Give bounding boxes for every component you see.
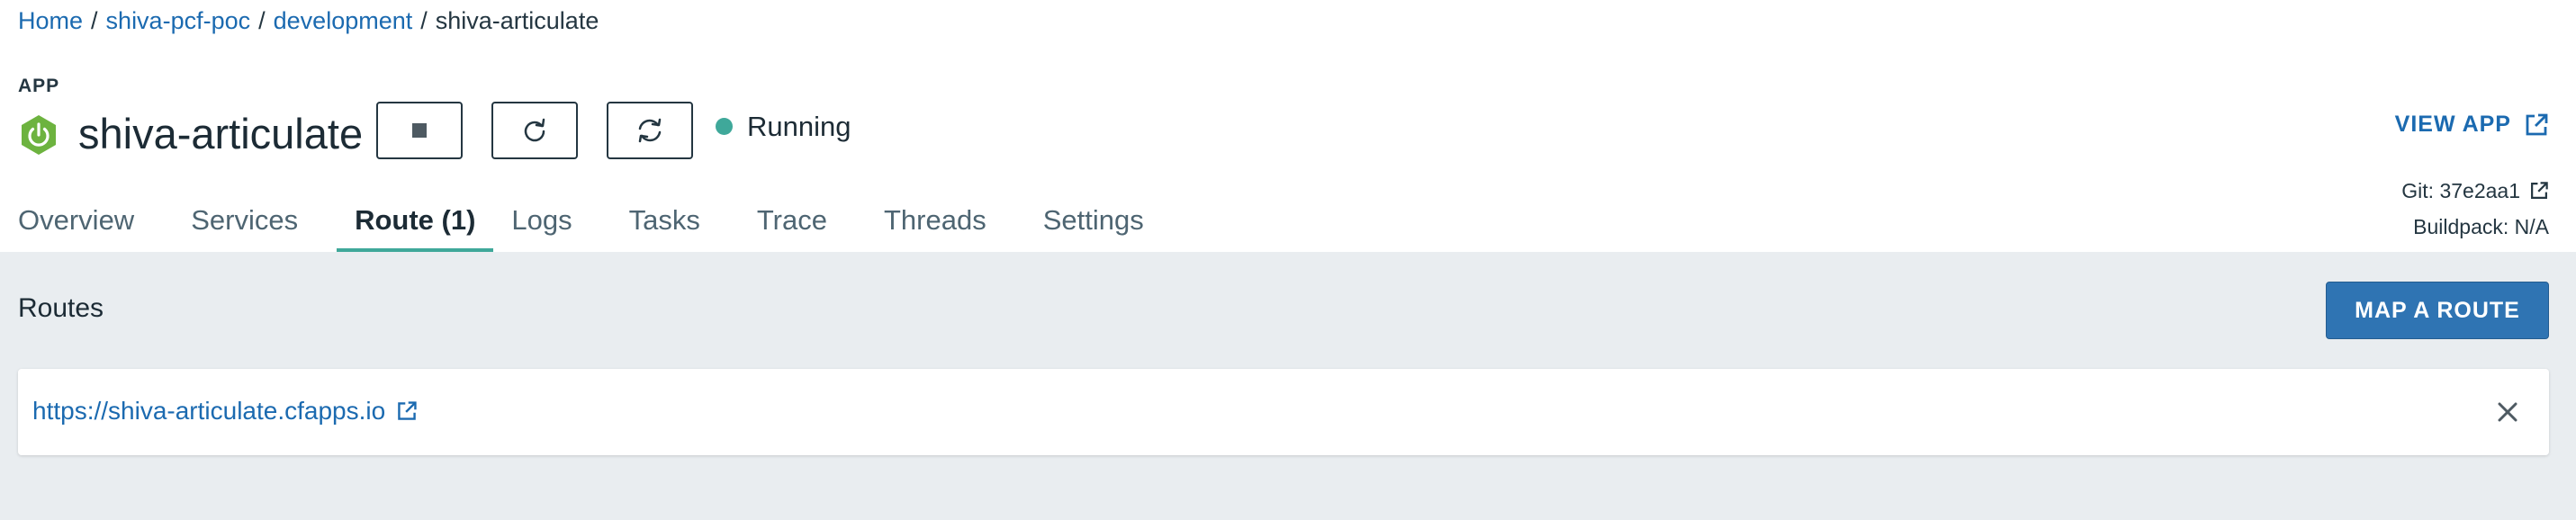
- restart-button[interactable]: [491, 102, 578, 159]
- tab-services[interactable]: Services: [173, 198, 316, 252]
- breadcrumb-separator: /: [258, 7, 266, 34]
- breadcrumb-separator: /: [420, 7, 428, 34]
- view-app-label: VIEW APP: [2394, 112, 2511, 137]
- external-link-icon: [2526, 113, 2548, 135]
- breadcrumb-space[interactable]: development: [274, 7, 413, 34]
- tab-trace[interactable]: Trace: [739, 198, 845, 252]
- routes-heading: Routes: [18, 293, 104, 323]
- external-link-icon: [398, 401, 417, 420]
- tab-settings[interactable]: Settings: [1025, 198, 1162, 252]
- route-link[interactable]: https://shiva-articulate.cfapps.io: [32, 395, 418, 427]
- app-name: shiva-articulate: [78, 110, 364, 157]
- tab-route[interactable]: Route (1): [337, 198, 494, 252]
- restart-icon: [524, 118, 545, 142]
- power-icon: [22, 115, 56, 155]
- route-url: https://shiva-articulate.cfapps.io: [32, 397, 386, 425]
- stop-icon: [412, 123, 427, 138]
- app-meta: Git: 37e2aa1 Buildpack: N/A: [2401, 173, 2549, 245]
- close-icon[interactable]: [2493, 398, 2522, 426]
- buildpack-info: Buildpack: N/A: [2413, 215, 2549, 238]
- restage-button[interactable]: [607, 102, 693, 159]
- breadcrumb-home[interactable]: Home: [18, 7, 83, 34]
- breadcrumb-separator: /: [91, 7, 98, 34]
- status-indicator-dot: [716, 118, 733, 135]
- breadcrumb-current: shiva-articulate: [435, 7, 599, 34]
- map-route-button[interactable]: MAP A ROUTE: [2326, 282, 2549, 339]
- routes-panel: Routes MAP A ROUTE https://shiva-articul…: [0, 252, 2576, 520]
- tab-threads[interactable]: Threads: [866, 198, 1004, 252]
- external-link-icon[interactable]: [2529, 181, 2549, 201]
- tab-logs[interactable]: Logs: [493, 198, 590, 252]
- app-header: Home / shiva-pcf-poc / development / shiva-art…: [0, 0, 2576, 252]
- breadcrumb-org[interactable]: shiva-pcf-poc: [106, 7, 251, 34]
- app-type-label: APP: [18, 76, 60, 96]
- app-status: Running: [747, 111, 851, 142]
- git-commit: Git: 37e2aa1: [2401, 179, 2520, 202]
- tab-overview[interactable]: Overview: [0, 198, 152, 252]
- tab-tasks[interactable]: Tasks: [611, 198, 718, 252]
- view-app-link[interactable]: VIEW APP: [2395, 112, 2549, 138]
- stop-button[interactable]: [376, 102, 463, 159]
- app-tabs: Overview Services Route (1) Logs Tasks T…: [0, 198, 1162, 252]
- route-item: https://shiva-articulate.cfapps.io: [18, 369, 2549, 455]
- restage-icon: [638, 118, 662, 143]
- breadcrumb: Home / shiva-pcf-poc / development / shiva-art…: [18, 5, 599, 36]
